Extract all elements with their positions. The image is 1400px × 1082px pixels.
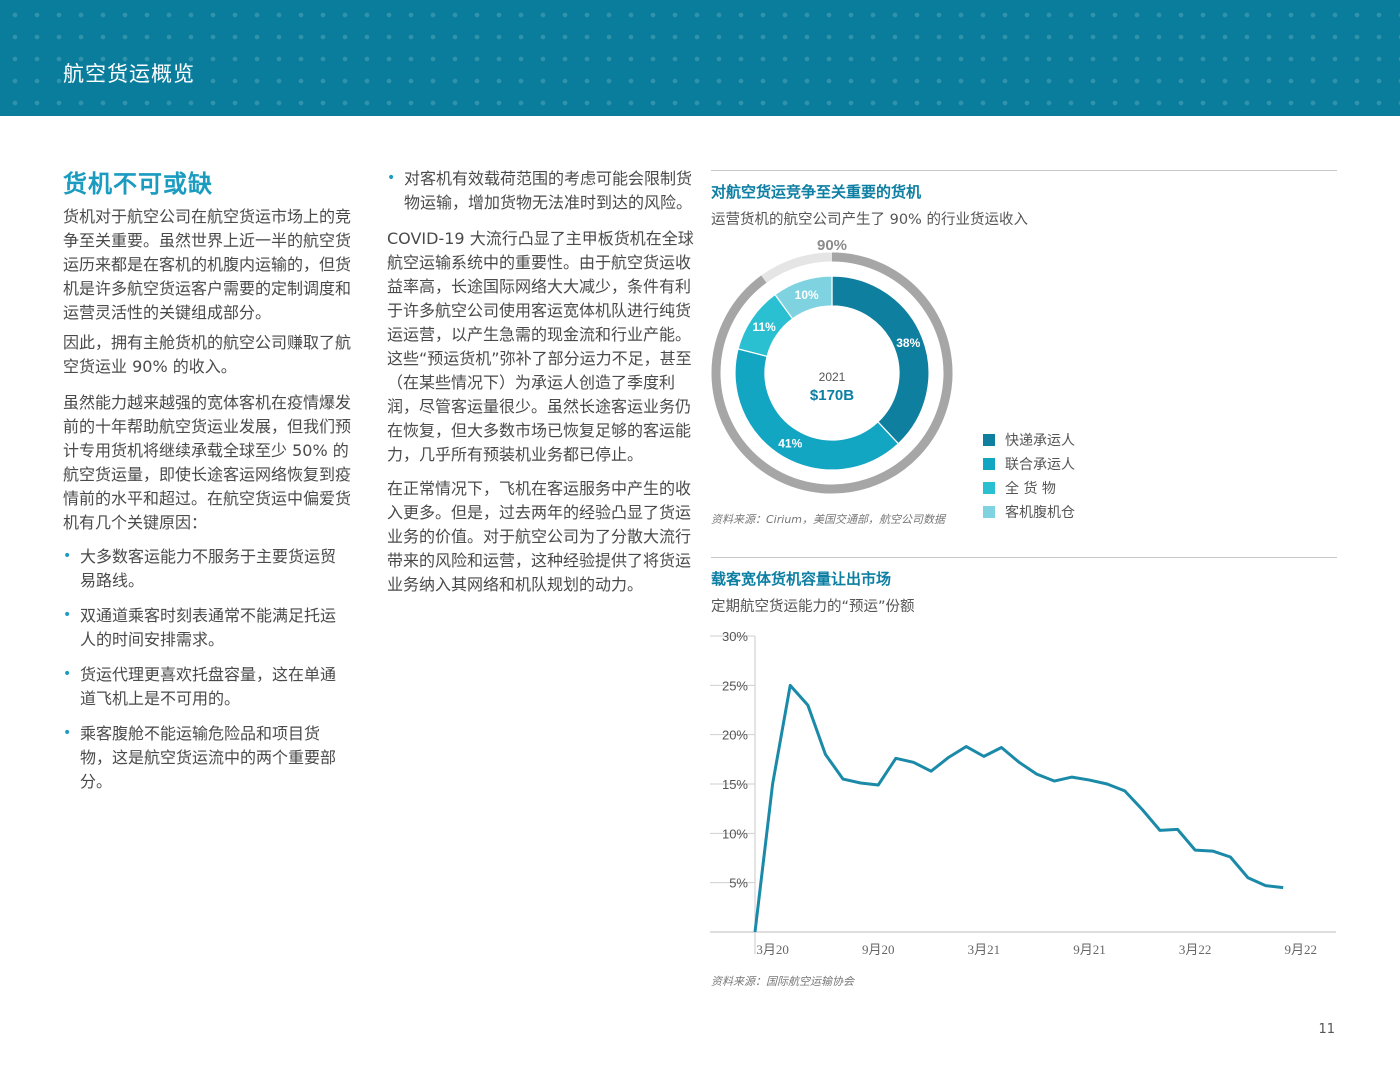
- paragraph: COVID-19 大流行凸显了主甲板货机在全球航空运输系统中的重要性。由于航空货…: [387, 229, 694, 464]
- divider: [711, 557, 1337, 558]
- legend-label: 快递承运人: [1005, 433, 1075, 449]
- line-series: [753, 683, 1284, 933]
- page-number: 11: [1318, 1022, 1335, 1037]
- legend-label: 客机腹机仓: [1005, 505, 1075, 521]
- paragraph: 货机对于航空公司在航空货运市场上的竞争至关重要。虽然世界上近一半的航空货运历来都…: [63, 207, 352, 322]
- donut-slice-label: 38%: [896, 336, 920, 350]
- donut-outer-label: 90%: [817, 240, 847, 254]
- donut-slice-label: 41%: [778, 437, 802, 451]
- legend-item: 联合承运人: [983, 452, 1075, 476]
- x-tick-label: 9月21: [1073, 942, 1106, 957]
- list-item: 乘客腹舱不能运输危险品和项目货物，这是航空货运流中的两个重要部分。: [63, 721, 351, 794]
- y-tick-label: 30%: [722, 629, 748, 644]
- x-tick-label: 3月22: [1179, 942, 1212, 957]
- y-tick-label: 5%: [729, 876, 748, 891]
- reason-list: 大多数客运能力不服务于主要货运贸易路线。 双通道乘客时刻表通常不能满足托运人的时…: [63, 544, 351, 794]
- y-tick-label: 10%: [722, 826, 748, 841]
- x-tick-label: 9月20: [862, 942, 895, 957]
- section-heading: 货机不可或缺: [63, 170, 213, 198]
- legend-swatch: [983, 434, 995, 446]
- y-tick-label: 20%: [722, 728, 748, 743]
- donut-chart-subtitle: 运营货机的航空公司产生了 90% 的行业货运收入: [711, 212, 1028, 228]
- payload-list: 对客机有效载荷范围的考虑可能会限制货物运输，增加货物无法准时到达的风险。: [387, 166, 697, 215]
- list-item: 双通道乘客时刻表通常不能满足托运人的时间安排需求。: [63, 603, 351, 652]
- donut-center-value: $170B: [810, 387, 854, 404]
- x-tick-label: 9月22: [1285, 942, 1318, 957]
- line-chart-subtitle: 定期航空货运能力的“预运”份额: [711, 599, 915, 615]
- donut-slice-label: 10%: [795, 288, 819, 302]
- legend-swatch: [983, 458, 995, 470]
- legend-swatch: [983, 506, 995, 518]
- legend-item: 快递承运人: [983, 428, 1075, 452]
- x-tick-label: 3月20: [756, 942, 789, 957]
- legend-swatch: [983, 482, 995, 494]
- list-item: 货运代理更喜欢托盘容量，这在单通道飞机上是不可用的。: [63, 662, 351, 711]
- line-chart: 5% 10% 15% 20% 25% 30% 3月20 9月20 3月21 9月21 3月22 9月…: [710, 629, 1336, 957]
- header-banner: 航空货运概览: [0, 0, 1400, 116]
- legend-item: 全 货 物: [983, 476, 1075, 500]
- y-tick-label: 15%: [722, 777, 748, 792]
- donut-legend: 快递承运人 联合承运人 全 货 物 客机腹机仓: [983, 428, 1075, 524]
- divider: [711, 170, 1337, 171]
- column-left: 货机不可或缺 货机对于航空公司在航空货运市场上的竞争至关重要。虽然世界上近一半的…: [63, 164, 351, 805]
- legend-label: 联合承运人: [1005, 457, 1075, 473]
- paragraph: 虽然能力越来越强的宽体客机在疫情爆发前的十年帮助航空货运业发展，但我们预计专用货…: [63, 393, 352, 532]
- donut-chart: 38% 41% 11% 10% 90% 2021 $170B: [711, 240, 953, 494]
- donut-source-note: 资料来源：Cirium，美国交通部，航空公司数据: [711, 513, 946, 526]
- paragraph: 在正常情况下，飞机在客运服务中产生的收入更多。但是，过去两年的经验凸显了货运业务…: [387, 479, 692, 594]
- list-item: 对客机有效载荷范围的考虑可能会限制货物运输，增加货物无法准时到达的风险。: [387, 166, 697, 215]
- donut-center-year: 2021: [819, 370, 846, 384]
- legend-label: 全 货 物: [1005, 481, 1056, 497]
- y-tick-label: 25%: [722, 678, 748, 693]
- header-title: 航空货运概览: [63, 62, 195, 86]
- line-chart-title: 载客宽体货机容量让出市场: [711, 570, 892, 588]
- x-tick-label: 3月21: [968, 942, 1001, 957]
- donut-slice: [734, 348, 900, 471]
- legend-item: 客机腹机仓: [983, 500, 1075, 524]
- paragraph: 因此，拥有主舱货机的航空公司赚取了航空货运业 90% 的收入。: [63, 333, 352, 376]
- list-item: 大多数客运能力不服务于主要货运贸易路线。: [63, 544, 351, 593]
- column-middle: 对客机有效载荷范围的考虑可能会限制货物运输，增加货物无法准时到达的风险。 COV…: [387, 166, 697, 607]
- donut-chart-title: 对航空货运竞争至关重要的货机: [711, 183, 922, 201]
- line-source-note: 资料来源：国际航空运输协会: [711, 975, 854, 988]
- donut-slice: [831, 275, 930, 445]
- donut-slice-label: 11%: [752, 320, 776, 334]
